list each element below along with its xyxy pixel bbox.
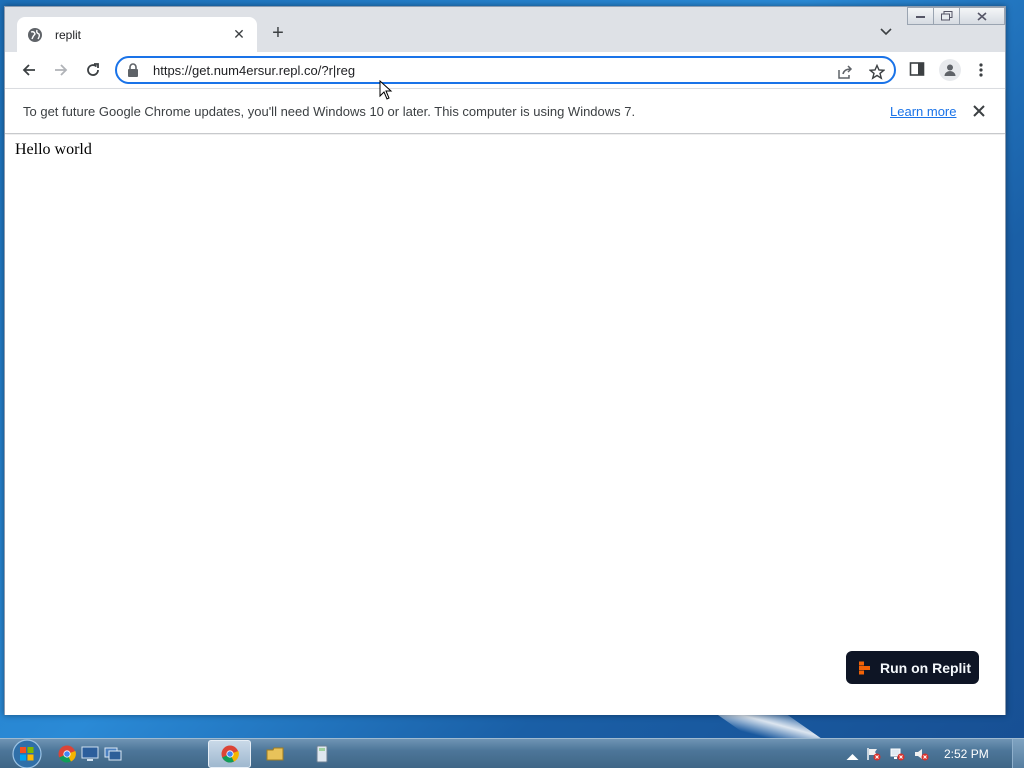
taskbar: 2:52 PM: [0, 738, 1024, 768]
close-window-icon: [977, 11, 987, 21]
forward-button[interactable]: [51, 60, 71, 80]
windows-start-orb-icon: [12, 739, 42, 768]
update-infobar: To get future Google Chrome updates, you…: [5, 88, 1005, 134]
learn-more-link[interactable]: Learn more: [890, 104, 956, 119]
mouse-cursor-icon: [379, 80, 393, 100]
file-explorer-taskbar-icon[interactable]: [266, 745, 284, 763]
chrome-taskbar-icon: [221, 745, 239, 763]
show-hidden-icons-icon[interactable]: [845, 750, 860, 764]
infobar-message: To get future Google Chrome updates, you…: [23, 104, 636, 119]
switch-windows-quicklaunch-icon[interactable]: [104, 745, 122, 763]
run-on-replit-button[interactable]: Run on Replit: [846, 651, 979, 684]
start-button[interactable]: [9, 739, 45, 768]
tab-close-icon[interactable]: ✕: [231, 26, 247, 43]
show-desktop-button[interactable]: [1012, 739, 1024, 768]
reload-button[interactable]: [83, 60, 103, 80]
bookmark-star-icon[interactable]: [869, 64, 885, 80]
tab-title: replit: [55, 27, 82, 42]
tab-replit[interactable]: replit ✕: [17, 17, 257, 52]
taskbar-clock[interactable]: 2:52 PM: [944, 747, 989, 761]
address-bar[interactable]: https://get.num4ersur.repl.co/?r|reg: [115, 56, 896, 84]
close-window-button[interactable]: [959, 7, 1005, 25]
page-body-text: Hello world: [15, 141, 92, 158]
side-panel-icon[interactable]: [909, 61, 925, 77]
restore-icon: [940, 11, 952, 21]
infobar-close-icon[interactable]: [971, 103, 987, 119]
new-tab-icon[interactable]: +: [267, 23, 289, 43]
network-icon[interactable]: [890, 747, 905, 761]
tab-strip: replit ✕ +: [5, 7, 1005, 52]
maximize-button[interactable]: [933, 7, 960, 25]
tab-search-chevron-icon[interactable]: [878, 23, 894, 39]
volume-muted-icon[interactable]: [914, 747, 929, 761]
taskbar-chrome-button[interactable]: [208, 740, 251, 768]
page-content: Hello world Run on Replit: [5, 135, 1005, 715]
globe-icon: [28, 27, 42, 42]
run-on-replit-label: Run on Replit: [880, 659, 971, 676]
menu-kebab-icon[interactable]: [973, 62, 989, 78]
back-arrow-icon: [22, 64, 35, 76]
reload-icon: [87, 63, 99, 76]
window-controls: [907, 7, 1005, 25]
action-center-flag-icon[interactable]: [866, 747, 881, 761]
chrome-quicklaunch-icon[interactable]: [58, 745, 76, 763]
minimize-icon: [915, 16, 925, 18]
chrome-window: replit ✕ + https://get.num4ersur.repl.co…: [4, 6, 1006, 715]
url-text[interactable]: https://get.num4ersur.repl.co/?r|reg: [153, 63, 355, 78]
calculator-taskbar-icon[interactable]: [313, 745, 331, 763]
forward-arrow-icon: [55, 64, 68, 76]
browser-toolbar: https://get.num4ersur.repl.co/?r|reg: [5, 52, 1005, 88]
back-button[interactable]: [19, 60, 39, 80]
lock-icon[interactable]: [127, 63, 139, 77]
show-desktop-quicklaunch-icon[interactable]: [81, 745, 99, 763]
profile-button[interactable]: [939, 59, 961, 81]
share-icon[interactable]: [837, 64, 853, 80]
replit-logo-icon: [859, 661, 870, 674]
minimize-button[interactable]: [907, 7, 934, 25]
profile-avatar-icon: [944, 64, 956, 76]
